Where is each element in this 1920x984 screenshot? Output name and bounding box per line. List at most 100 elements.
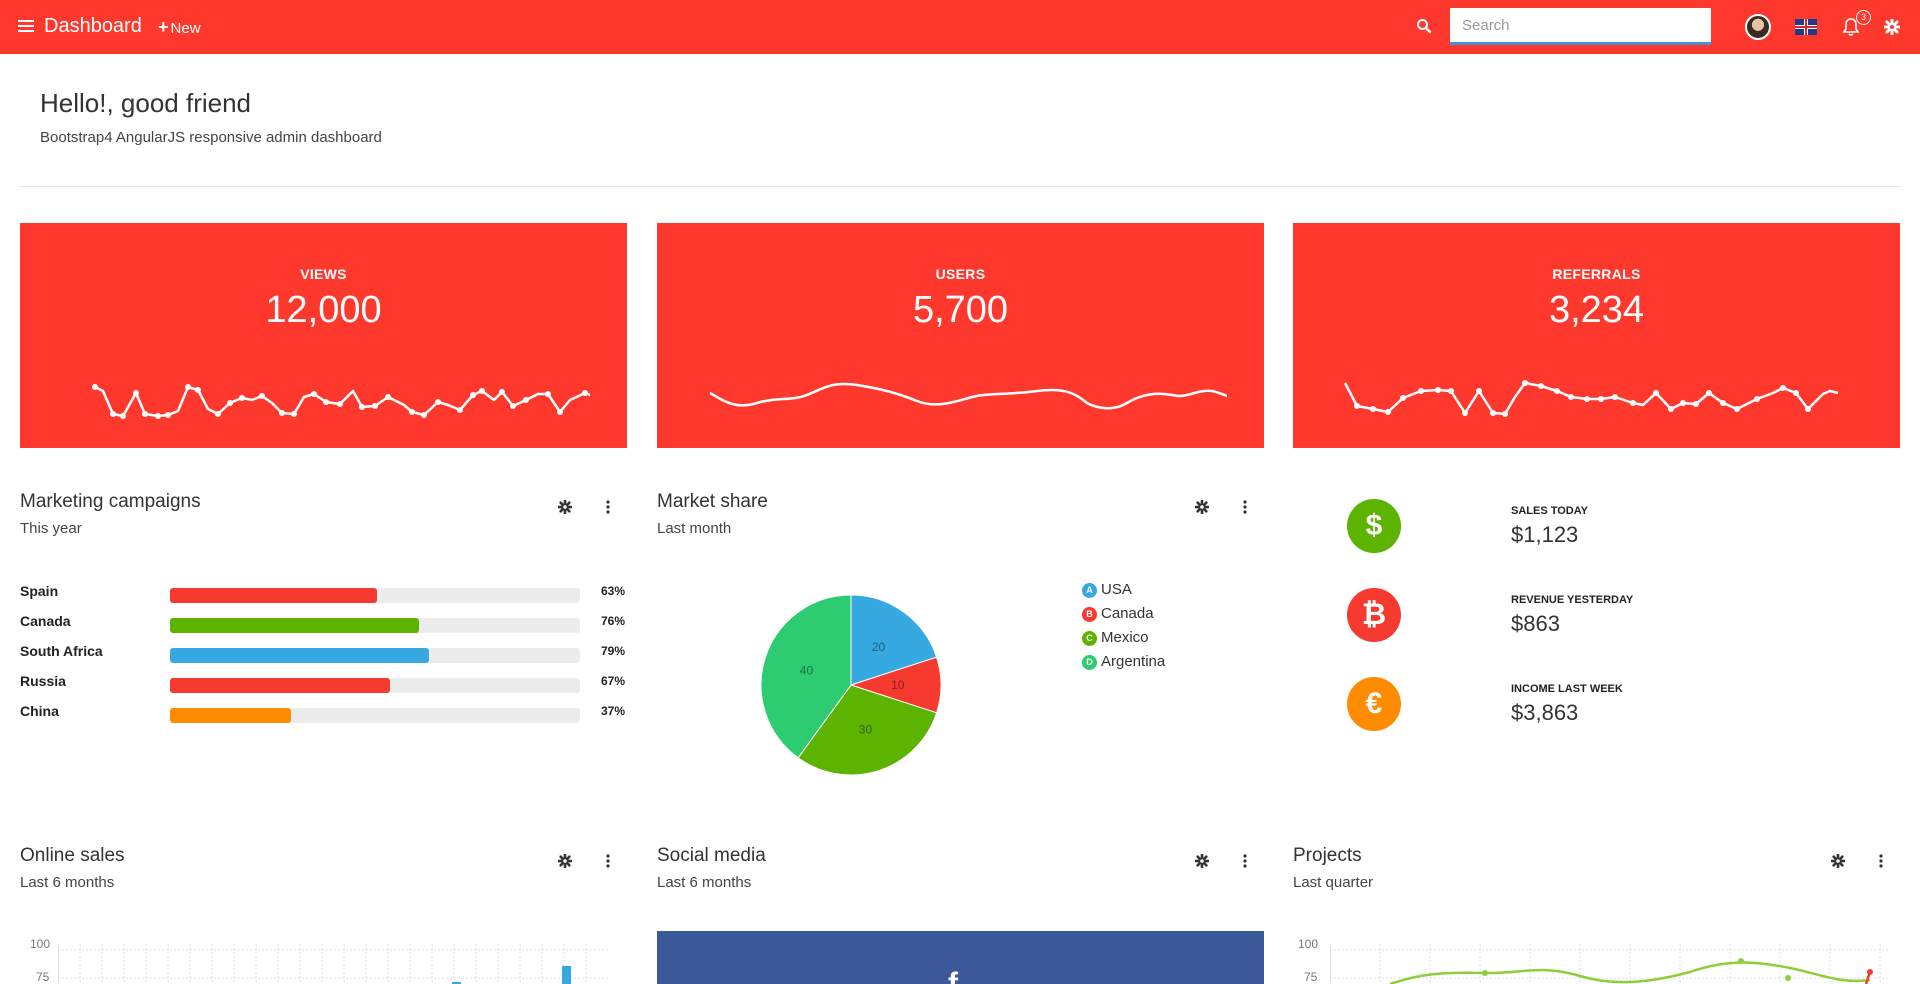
referrals-sparkline	[1343, 380, 1839, 417]
views-sparkline	[92, 384, 590, 419]
search-input[interactable]	[1450, 8, 1711, 45]
pie-slice-label: 30	[859, 723, 873, 737]
hamburger-menu-icon[interactable]	[18, 17, 34, 37]
legend-marker: A	[1082, 583, 1097, 598]
y-tick-label: 100	[30, 937, 51, 951]
campaign-row: China 37%	[20, 703, 630, 723]
online-sales-title: Online sales	[20, 845, 125, 866]
social-media-title: Social media	[657, 845, 766, 866]
sales-stat-label: REVENUE YESTERDAY	[1511, 594, 1634, 606]
progress-track	[170, 618, 580, 633]
online-sales-more-icon[interactable]	[601, 854, 615, 868]
progress-track	[170, 648, 580, 663]
stat-value: 5,700	[912, 289, 1009, 331]
views-card: VIEWS 12,000	[20, 223, 627, 448]
market-share-subtitle: Last month	[657, 520, 732, 537]
page-subtitle: Bootstrap4 AngularJS responsive admin da…	[40, 129, 382, 146]
market-share-more-icon[interactable]	[1238, 500, 1252, 514]
top-navbar: Dashboard +New 3	[0, 0, 1920, 54]
projects-subtitle: Last quarter	[1293, 874, 1374, 891]
progress-fill	[170, 708, 292, 723]
sales-stat-value: $1,123	[1511, 522, 1579, 547]
notification-badge: 3	[1856, 10, 1871, 25]
online-sales-settings-icon[interactable]	[558, 854, 572, 868]
progress-fill	[170, 588, 377, 603]
users-card: USERS 5,700	[657, 223, 1264, 448]
campaign-country: Canada	[20, 613, 71, 629]
legend-marker: B	[1082, 607, 1097, 622]
y-tick-label: 75	[36, 970, 50, 984]
campaign-row: Canada 76%	[20, 613, 630, 633]
marketing-settings-icon[interactable]	[558, 500, 572, 514]
search-icon[interactable]	[1416, 18, 1432, 34]
legend-marker: C	[1082, 631, 1097, 646]
y-tick-label: 100	[1298, 937, 1319, 951]
marketing-more-icon[interactable]	[601, 500, 615, 514]
app-brand[interactable]: Dashboard	[44, 15, 142, 38]
social-media-subtitle: Last 6 months	[657, 874, 752, 891]
campaign-row: South Africa 79%	[20, 643, 630, 663]
campaign-country: China	[20, 703, 59, 719]
sales-stat-value: $863	[1511, 611, 1560, 636]
social-media-more-icon[interactable]	[1238, 854, 1252, 868]
dollar-icon: $	[1347, 499, 1401, 553]
progress-track	[170, 588, 580, 603]
social-media-settings-icon[interactable]	[1195, 854, 1209, 868]
campaign-country: South Africa	[20, 643, 103, 659]
legend-marker: D	[1082, 655, 1097, 670]
stat-value: 12,000	[265, 289, 382, 331]
divider	[20, 186, 1900, 187]
legend-label: Argentina	[1101, 653, 1166, 670]
campaign-percent: 37%	[601, 704, 626, 718]
user-avatar[interactable]	[1745, 14, 1771, 40]
pie-slice-label: 40	[800, 664, 814, 678]
projects-title: Projects	[1293, 845, 1362, 866]
campaign-country: Spain	[20, 583, 59, 599]
euro-icon: €	[1347, 677, 1401, 731]
projects-more-icon[interactable]	[1874, 854, 1888, 868]
legend-label: Mexico	[1101, 629, 1149, 646]
facebook-icon: f	[948, 967, 958, 984]
stat-value: 3,234	[1548, 289, 1645, 331]
facebook-card[interactable]: f	[657, 931, 1264, 984]
sales-stat-label: INCOME LAST WEEK	[1511, 683, 1623, 695]
legend-label: Canada	[1101, 605, 1154, 622]
sales-stat-label: SALES TODAY	[1511, 505, 1589, 517]
progress-track	[170, 678, 580, 693]
market-share-title: Market share	[657, 491, 768, 512]
marketing-title: Marketing campaigns	[20, 491, 201, 512]
market-share-pie-chart: 20 10 30 40	[760, 594, 942, 776]
plus-icon: +	[158, 17, 169, 37]
campaign-percent: 79%	[601, 644, 626, 658]
sales-stat-value: $3,863	[1511, 700, 1579, 725]
referrals-card: REFERRALS 3,234	[1293, 223, 1900, 448]
new-button[interactable]: + New	[158, 17, 201, 38]
new-button-label: New	[170, 20, 201, 37]
campaign-row: Spain 63%	[20, 583, 630, 603]
marketing-subtitle: This year	[20, 520, 82, 537]
campaign-percent: 63%	[601, 584, 626, 598]
campaign-row: Russia 67%	[20, 673, 630, 693]
campaign-percent: 76%	[601, 614, 626, 628]
projects-settings-icon[interactable]	[1831, 854, 1845, 868]
progress-track	[170, 708, 580, 723]
online-sales-subtitle: Last 6 months	[20, 874, 115, 891]
settings-gear-icon[interactable]	[1884, 19, 1900, 35]
uk-flag-icon[interactable]	[1795, 19, 1817, 35]
users-sparkline	[709, 382, 1227, 410]
stat-label: VIEWS	[300, 266, 347, 282]
page-title: Hello!, good friend	[40, 88, 252, 118]
progress-fill	[170, 618, 420, 633]
y-tick-label: 75	[1304, 970, 1318, 984]
campaign-percent: 67%	[601, 674, 626, 688]
stat-label: REFERRALS	[1552, 266, 1641, 282]
pie-slice-label: 20	[872, 640, 886, 654]
projects-chart	[1330, 944, 1890, 984]
progress-fill	[170, 648, 430, 663]
bitcoin-icon: ₿	[1347, 588, 1401, 642]
campaign-country: Russia	[20, 673, 66, 689]
market-share-settings-icon[interactable]	[1195, 500, 1209, 514]
pie-slice-label: 10	[891, 678, 905, 692]
stat-label: USERS	[935, 266, 986, 282]
progress-fill	[170, 678, 390, 693]
